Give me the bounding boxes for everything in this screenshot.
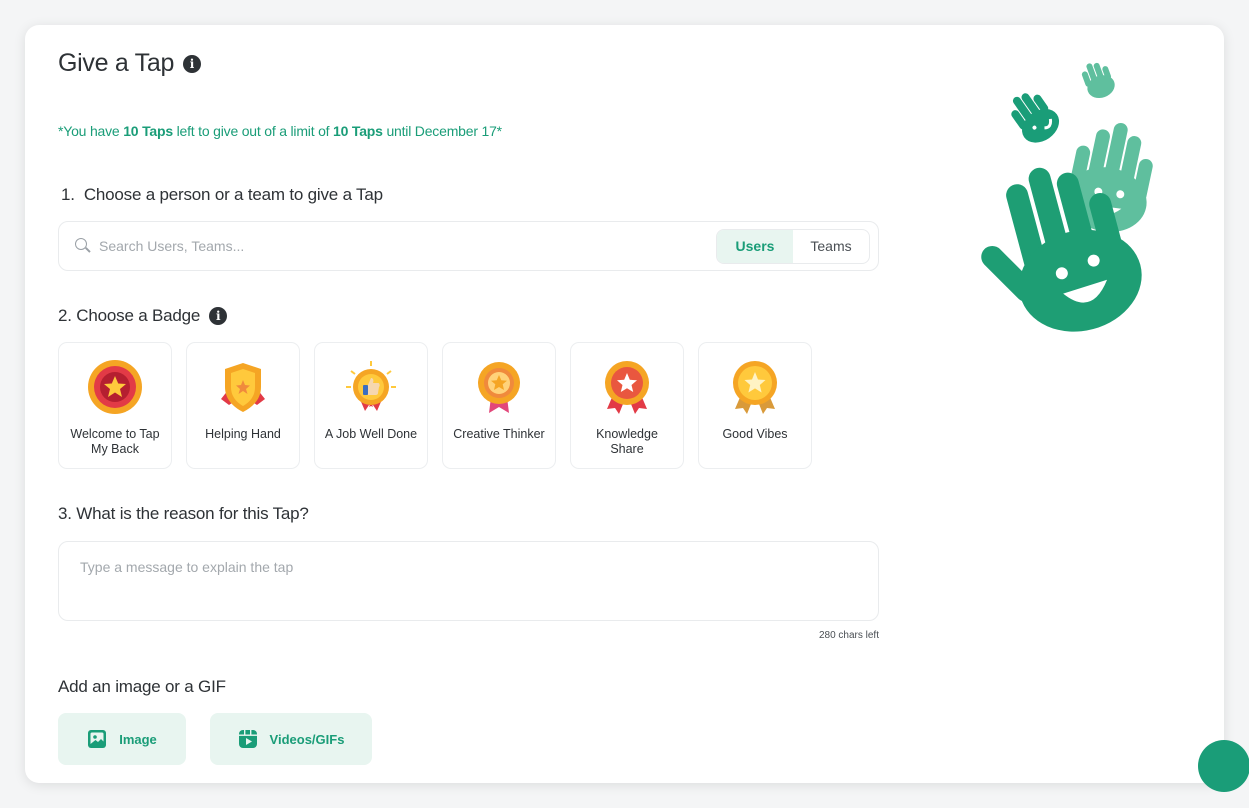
title-row: Give a Tap i <box>58 49 202 78</box>
media-heading: Add an image or a GIF <box>58 677 226 697</box>
video-icon <box>238 730 257 748</box>
page-title: Give a Tap <box>58 49 175 77</box>
give-tap-card: Give a Tap i *You have 10 Taps left to g… <box>25 25 1224 783</box>
badge-card[interactable]: Helping Hand <box>186 342 300 469</box>
step1-heading: 1. Choose a person or a team to give a T… <box>61 185 383 205</box>
limit-middle: left to give out of a limit of <box>172 123 334 139</box>
badge-card[interactable]: Good Vibes <box>698 342 812 469</box>
badge-label: A Job Well Done <box>324 427 418 441</box>
star-award-icon <box>605 361 649 414</box>
recipient-search: Users Teams <box>58 221 879 271</box>
media-label: Add an image or a GIF <box>58 677 226 696</box>
badge-card[interactable]: Welcome to Tap My Back <box>58 342 172 469</box>
add-video-gif-button[interactable]: Videos/GIFs <box>210 713 372 765</box>
step2-label: 2. Choose a Badge <box>58 306 201 325</box>
toggle-users[interactable]: Users <box>717 229 793 263</box>
image-button-label: Image <box>119 731 157 747</box>
badge-label: Helping Hand <box>205 427 281 441</box>
step3-label: 3. What is the reason for this Tap? <box>58 504 309 523</box>
badge-card[interactable]: Creative Thinker <box>442 342 556 469</box>
chat-bubble-button[interactable] <box>1198 740 1249 792</box>
badge-list: Welcome to Tap My Back Helping Hand A Jo… <box>58 342 812 469</box>
badge-label: Welcome to Tap My Back <box>70 427 160 456</box>
step2-heading: 2. Choose a Badge i <box>58 306 228 326</box>
thumbs-up-medal-icon <box>346 361 396 411</box>
search-input[interactable] <box>99 238 716 254</box>
star-medal-icon <box>88 360 142 414</box>
step1-label: 1. Choose a person or a team to give a T… <box>61 185 383 204</box>
chars-left-counter: 280 chars left <box>818 630 879 641</box>
badge-card[interactable]: A Job Well Done <box>314 342 428 469</box>
shield-badge-icon <box>221 363 265 412</box>
info-icon[interactable]: i <box>209 307 228 325</box>
image-icon <box>88 730 107 748</box>
add-image-button[interactable]: Image <box>58 713 186 765</box>
badge-label: Knowledge Share <box>596 427 658 456</box>
toggle-teams[interactable]: Teams <box>793 230 869 263</box>
limit-prefix: *You have <box>58 123 124 139</box>
waving-hands-illustration <box>981 62 1153 332</box>
badge-label: Good Vibes <box>722 427 788 441</box>
recipient-type-toggle: Users Teams <box>716 228 870 264</box>
taps-left: 10 Taps <box>123 123 173 139</box>
tap-limit-notice: *You have 10 Taps left to give out of a … <box>58 123 502 139</box>
search-icon <box>75 238 91 254</box>
star-ribbon-medal-icon <box>478 362 520 413</box>
taps-limit: 10 Taps <box>333 123 383 139</box>
step3-heading: 3. What is the reason for this Tap? <box>58 504 309 524</box>
message-input[interactable] <box>58 541 879 621</box>
info-icon[interactable]: i <box>183 54 202 73</box>
badge-label: Creative Thinker <box>453 427 545 441</box>
video-button-label: Videos/GIFs <box>269 731 345 747</box>
limit-suffix: until December 17* <box>382 123 502 139</box>
gold-medal-icon <box>733 361 777 414</box>
badge-card[interactable]: Knowledge Share <box>570 342 684 469</box>
